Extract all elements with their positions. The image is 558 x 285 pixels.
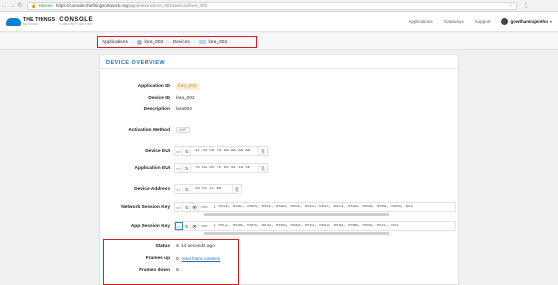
device-overview-card: DEVICE OVERVIEW Application ID lora_002 … (99, 54, 460, 285)
status-label: Status (155, 244, 170, 249)
copy-icon[interactable]: ⎘ (258, 147, 267, 155)
description-label: Description (143, 107, 170, 112)
breadcrumb-separator: › (193, 39, 196, 45)
breadcrumb-separator: › (131, 39, 134, 45)
nwk-session-key-field: <> ⇅ 👁 msb { 0x25, 0xAC, 0xE8, 0x5E, 0xA… (174, 202, 456, 212)
avatar (501, 18, 509, 25)
nav-gateways[interactable]: Gateways (444, 19, 464, 24)
app-session-key-field: <> ⇅ 👁 msb { 0xCC, 0x48, 0xF6, 0x33, 0x5… (174, 221, 456, 231)
cloud-logo-icon (6, 17, 21, 26)
application-id-tag[interactable]: lora_002 (176, 83, 199, 90)
device-address-label: Device Address (134, 187, 170, 192)
breadcrumb: Applications › lora_002 › Devices › lora… (97, 36, 257, 48)
breadcrumb-application[interactable]: lora_002 (144, 40, 163, 45)
eye-icon[interactable]: 👁 (191, 203, 199, 211)
byte-order-button[interactable]: ⇅ (183, 203, 191, 211)
activation-badge: ABP (176, 127, 190, 133)
byte-order-button[interactable]: ⇅ (183, 147, 191, 155)
frames-down-value: 0 (176, 268, 179, 273)
top-nav: Applications Gateways Support gowthamraj… (408, 18, 552, 25)
nwk-session-key-value: { 0x25, 0xAC, 0xE8, 0x5E, 0xA0, 0x5E, 0x… (213, 205, 413, 209)
app-eui-label: Application EUI (134, 166, 170, 171)
app-header: THE THINGS NETWORK CONSOLE COMMUNITY EDI… (0, 12, 558, 32)
back-icon[interactable]: ← (0, 3, 8, 9)
breadcrumb-device[interactable]: lora_002 (208, 40, 227, 45)
reset-frame-counters-link[interactable]: reset frame counters (182, 256, 220, 261)
status-value: 14 seconds ago (176, 244, 215, 249)
device-address-value: 26 01 1C B6 (195, 187, 222, 191)
browser-menu-icon[interactable]: ⋮ (523, 2, 529, 9)
status-highlight-box (103, 239, 239, 285)
card-title: DEVICE OVERVIEW (106, 60, 166, 66)
app-eui-value: 70 B3 D5 7E D0 01 18 4E (195, 166, 251, 170)
device-icon (199, 40, 207, 44)
breadcrumb-applications[interactable]: Applications (102, 40, 128, 45)
device-id-value: lora_002 (176, 96, 195, 101)
brand-sub: NETWORK (23, 22, 39, 26)
ttn-logo[interactable]: THE THINGS NETWORK CONSOLE COMMUNITY EDI… (6, 17, 93, 26)
browser-toolbar: ← → ↻ 🔒 Secure https://console.thethings… (0, 0, 558, 12)
device-address-field: <> ⇅ 26 01 1C B6 ⎘ (174, 184, 242, 194)
copy-icon[interactable]: ⎘ (258, 164, 267, 172)
application-id-label: Application ID (137, 84, 170, 89)
url-path: /applications/lora_002/devices/lora_002 (127, 3, 207, 8)
console-sub: COMMUNITY EDITION (59, 23, 93, 26)
app-session-key-label: App Session Key (130, 224, 170, 229)
star-icon[interactable]: ☆ (508, 2, 513, 9)
device-id-label: Device ID (148, 96, 170, 101)
format-toggle-button[interactable]: <> (175, 222, 183, 230)
user-menu[interactable]: gowthamrajenthu ▾ (501, 18, 552, 25)
nwk-session-key-label: Network Session Key (121, 205, 170, 210)
byte-order-button[interactable]: ⇅ (183, 222, 191, 230)
device-eui-field: <> ⇅ 12 34 56 78 AA AA AA AA ⎘ (174, 146, 268, 156)
eye-icon[interactable]: 👁 (191, 222, 199, 230)
forward-icon[interactable]: → (8, 3, 16, 9)
nav-support[interactable]: Support (475, 19, 491, 24)
app-eui-field: <> ⇅ 70 B3 D5 7E D0 01 18 4E ⎘ (174, 163, 268, 173)
breadcrumb-devices[interactable]: Devices (173, 40, 190, 45)
msb-label: msb (201, 205, 208, 209)
device-eui-label: Device EUI (145, 149, 170, 154)
nav-applications[interactable]: Applications (408, 19, 432, 24)
breadcrumb-bar: Applications › lora_002 › Devices › lora… (0, 33, 558, 50)
frames-down-label: Frames down (139, 268, 170, 273)
divider (100, 68, 460, 69)
lock-icon: 🔒 (31, 2, 37, 8)
breadcrumb-separator: › (167, 39, 169, 45)
secure-label: Secure (38, 3, 53, 8)
app-key-scrollbar[interactable] (204, 232, 389, 235)
activation-method-label: Activation Method (128, 128, 170, 133)
copy-icon[interactable]: ⎘ (232, 185, 241, 193)
address-bar[interactable]: 🔒 Secure https://console.thethingsnetwor… (27, 1, 517, 10)
format-toggle-button[interactable]: <> (175, 185, 183, 193)
application-icon (137, 39, 143, 45)
frames-up-count: 0 (176, 257, 179, 262)
format-toggle-button[interactable]: <> (175, 164, 183, 172)
username: gowthamrajenthu (510, 19, 548, 24)
app-session-key-value: { 0xCC, 0x48, 0xF6, 0x33, 0x58, 0xAD, 0x… (213, 224, 399, 228)
status-dot-icon (176, 244, 179, 247)
byte-order-button[interactable]: ⇅ (183, 164, 191, 172)
application-id-value: lora_002 (176, 83, 199, 90)
activation-method-value: ABP (176, 127, 190, 133)
chevron-down-icon: ▾ (549, 19, 552, 24)
msb-label: msb (201, 224, 208, 228)
format-toggle-button[interactable]: <> (175, 203, 183, 211)
frames-up-label: Frames up (145, 256, 170, 261)
status-text: 14 seconds ago (181, 244, 215, 249)
nwk-key-scrollbar[interactable] (204, 213, 389, 216)
brand-name: THE THINGS (23, 16, 56, 23)
frames-up-value: 0 reset frame counters (176, 256, 220, 262)
device-eui-value: 12 34 56 78 AA AA AA AA (195, 149, 251, 153)
description-value: lora002 (176, 107, 193, 112)
byte-order-button[interactable]: ⇅ (183, 185, 191, 193)
format-toggle-button[interactable]: <> (175, 147, 183, 155)
url-base: https://console.thethingsnetwork.org (55, 3, 128, 8)
reload-icon[interactable]: ↻ (16, 2, 24, 9)
